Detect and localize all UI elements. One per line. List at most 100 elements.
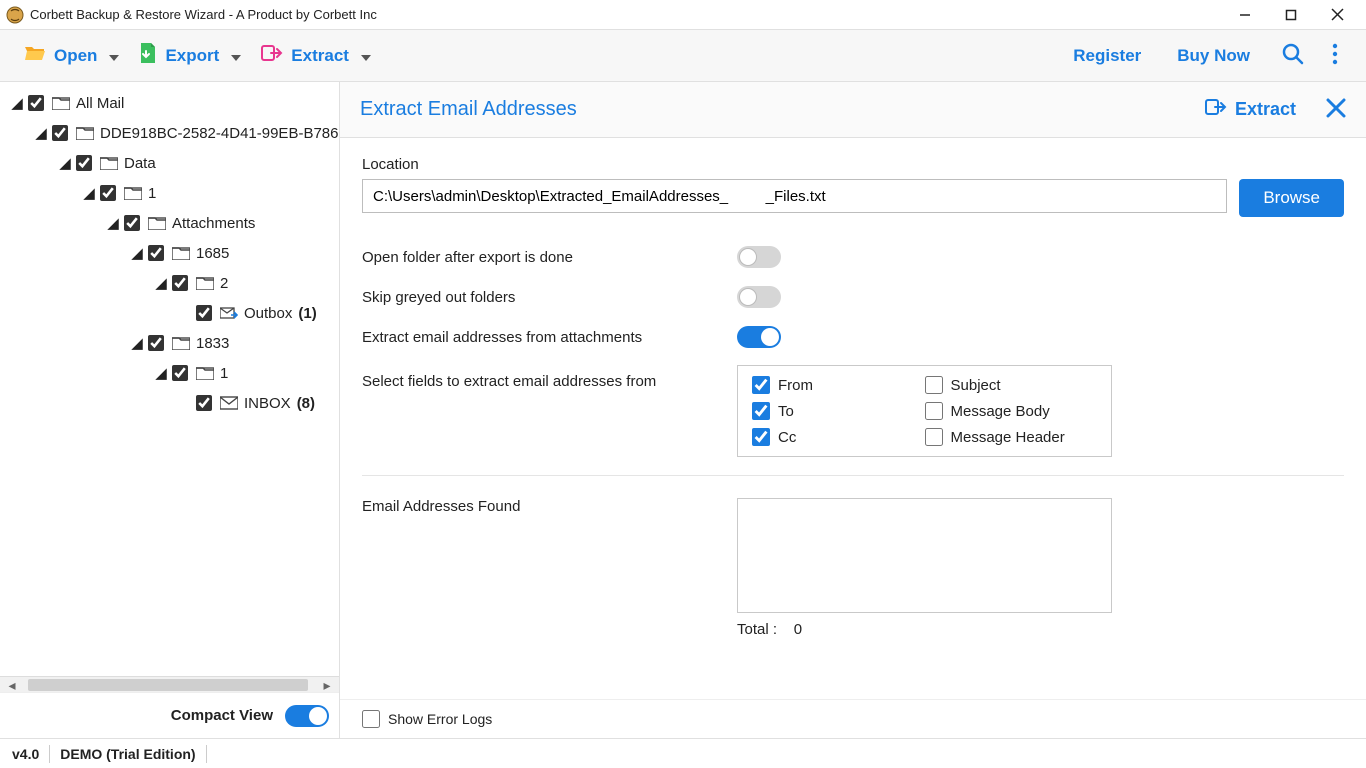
option-ext0ract-attachments: Extract email addresses from attachments bbox=[362, 317, 1344, 357]
maximize-button[interactable] bbox=[1268, 1, 1314, 29]
tree-checkbox[interactable] bbox=[52, 125, 68, 141]
folder-icon bbox=[100, 156, 118, 170]
tree-checkbox[interactable] bbox=[172, 365, 188, 381]
tree-checkbox[interactable] bbox=[196, 305, 212, 321]
extract-attachments-toggle[interactable] bbox=[737, 326, 781, 348]
expand-icon[interactable]: ◢ bbox=[154, 274, 168, 292]
option-label: Skip greyed out folders bbox=[362, 289, 737, 306]
open-menu[interactable]: Open bbox=[14, 37, 129, 74]
expand-icon[interactable]: ◢ bbox=[34, 124, 48, 142]
field-cc[interactable]: Cc bbox=[752, 428, 925, 446]
tree-row-all-mail[interactable]: ◢ All Mail bbox=[0, 88, 339, 118]
main-content: ◢ All Mail ◢ DDE918BC-2582-4D41-99EB-B78… bbox=[0, 82, 1366, 738]
extract-button[interactable]: Extract bbox=[1193, 93, 1308, 126]
tree-checkbox[interactable] bbox=[196, 395, 212, 411]
show-error-checkbox[interactable] bbox=[362, 710, 380, 728]
close-button[interactable] bbox=[1314, 1, 1360, 29]
extract-panel: Extract Email Addresses Extract Location… bbox=[340, 82, 1366, 738]
expand-icon[interactable]: ◢ bbox=[154, 364, 168, 382]
tree-row-1833[interactable]: ◢ 1833 bbox=[0, 328, 339, 358]
status-version: v4.0 bbox=[12, 746, 39, 762]
tree-label: All Mail bbox=[74, 95, 124, 112]
found-listbox[interactable] bbox=[737, 498, 1112, 613]
show-error-row: Show Error Logs bbox=[340, 699, 1366, 738]
folder-icon bbox=[196, 366, 214, 380]
tree-label: 1 bbox=[218, 365, 228, 382]
open-folder-toggle[interactable] bbox=[737, 246, 781, 268]
close-icon bbox=[1326, 98, 1346, 121]
minimize-button[interactable] bbox=[1222, 1, 1268, 29]
register-link[interactable]: Register bbox=[1055, 40, 1159, 72]
total-value: 0 bbox=[794, 621, 802, 638]
expand-icon[interactable]: ◢ bbox=[58, 154, 72, 172]
tree-row-guid[interactable]: ◢ DDE918BC-2582-4D41-99EB-B786 bbox=[0, 118, 339, 148]
panel-close-button[interactable] bbox=[1326, 98, 1346, 121]
tree-label: INBOX bbox=[242, 395, 291, 412]
expand-icon[interactable]: ◢ bbox=[130, 334, 144, 352]
checkbox-from[interactable] bbox=[752, 376, 770, 394]
option-label: Open folder after export is done bbox=[362, 249, 737, 266]
folder-tree[interactable]: ◢ All Mail ◢ DDE918BC-2582-4D41-99EB-B78… bbox=[0, 82, 339, 676]
caret-down-icon bbox=[231, 46, 241, 66]
expand-icon[interactable]: ◢ bbox=[10, 94, 24, 112]
scroll-left-icon[interactable]: ◂ bbox=[4, 677, 20, 693]
checkbox-subject[interactable] bbox=[925, 376, 943, 394]
tree-checkbox[interactable] bbox=[172, 275, 188, 291]
tree-label: Data bbox=[122, 155, 156, 172]
checkbox-header[interactable] bbox=[925, 428, 943, 446]
scrollbar-thumb[interactable] bbox=[28, 679, 308, 691]
expand-icon[interactable]: ◢ bbox=[130, 244, 144, 262]
option-open-folder: Open folder after export is done bbox=[362, 237, 1344, 277]
compact-view-row: Compact View bbox=[0, 692, 339, 738]
extract-menu[interactable]: Extract bbox=[251, 37, 381, 74]
field-header[interactable]: Message Header bbox=[925, 428, 1098, 446]
open-label: Open bbox=[54, 46, 97, 66]
tree-label: 1 bbox=[146, 185, 156, 202]
tree-checkbox[interactable] bbox=[148, 245, 164, 261]
tree-row-2[interactable]: ◢ 2 bbox=[0, 268, 339, 298]
caret-down-icon bbox=[361, 46, 371, 66]
location-input[interactable] bbox=[362, 179, 1227, 213]
tree-checkbox[interactable] bbox=[148, 335, 164, 351]
folder-icon bbox=[172, 246, 190, 260]
tree-checkbox[interactable] bbox=[28, 95, 44, 111]
checkbox-to[interactable] bbox=[752, 402, 770, 420]
field-to[interactable]: To bbox=[752, 402, 925, 420]
expand-icon[interactable]: ◢ bbox=[106, 214, 120, 232]
field-label: Subject bbox=[951, 377, 1001, 394]
tree-label: DDE918BC-2582-4D41-99EB-B786 bbox=[98, 125, 338, 142]
checkbox-body[interactable] bbox=[925, 402, 943, 420]
checkbox-cc[interactable] bbox=[752, 428, 770, 446]
field-subject[interactable]: Subject bbox=[925, 376, 1098, 394]
tree-row-data[interactable]: ◢ Data bbox=[0, 148, 339, 178]
tree-row-1685[interactable]: ◢ 1685 bbox=[0, 238, 339, 268]
compact-view-toggle[interactable] bbox=[285, 705, 329, 727]
skip-greyed-toggle[interactable] bbox=[737, 286, 781, 308]
outbox-icon bbox=[220, 306, 238, 320]
more-menu[interactable] bbox=[1318, 37, 1352, 74]
tree-row-attachments[interactable]: ◢ Attachments bbox=[0, 208, 339, 238]
tree-label: Outbox bbox=[242, 305, 292, 322]
extract-icon bbox=[261, 43, 283, 68]
field-body[interactable]: Message Body bbox=[925, 402, 1098, 420]
search-button[interactable] bbox=[1268, 37, 1318, 74]
tree-row-1[interactable]: ◢ 1 bbox=[0, 178, 339, 208]
tree-checkbox[interactable] bbox=[124, 215, 140, 231]
export-menu[interactable]: Export bbox=[129, 36, 251, 75]
select-fields-label: Select fields to extract email addresses… bbox=[362, 365, 737, 390]
tree-row-inbox[interactable]: INBOX (8) bbox=[0, 388, 339, 418]
buy-now-link[interactable]: Buy Now bbox=[1159, 40, 1268, 72]
expand-icon[interactable]: ◢ bbox=[82, 184, 96, 202]
tree-row-1b[interactable]: ◢ 1 bbox=[0, 358, 339, 388]
tree-checkbox[interactable] bbox=[100, 185, 116, 201]
field-from[interactable]: From bbox=[752, 376, 925, 394]
status-bar: v4.0 DEMO (Trial Edition) bbox=[0, 738, 1366, 768]
tree-row-outbox[interactable]: Outbox (1) bbox=[0, 298, 339, 328]
sidebar-horizontal-scrollbar[interactable]: ◂ ▸ bbox=[0, 676, 339, 692]
tree-checkbox[interactable] bbox=[76, 155, 92, 171]
browse-button[interactable]: Browse bbox=[1239, 179, 1344, 217]
found-label: Email Addresses Found bbox=[362, 498, 737, 515]
field-label: From bbox=[778, 377, 813, 394]
folder-icon bbox=[52, 96, 70, 110]
scroll-right-icon[interactable]: ▸ bbox=[319, 677, 335, 693]
